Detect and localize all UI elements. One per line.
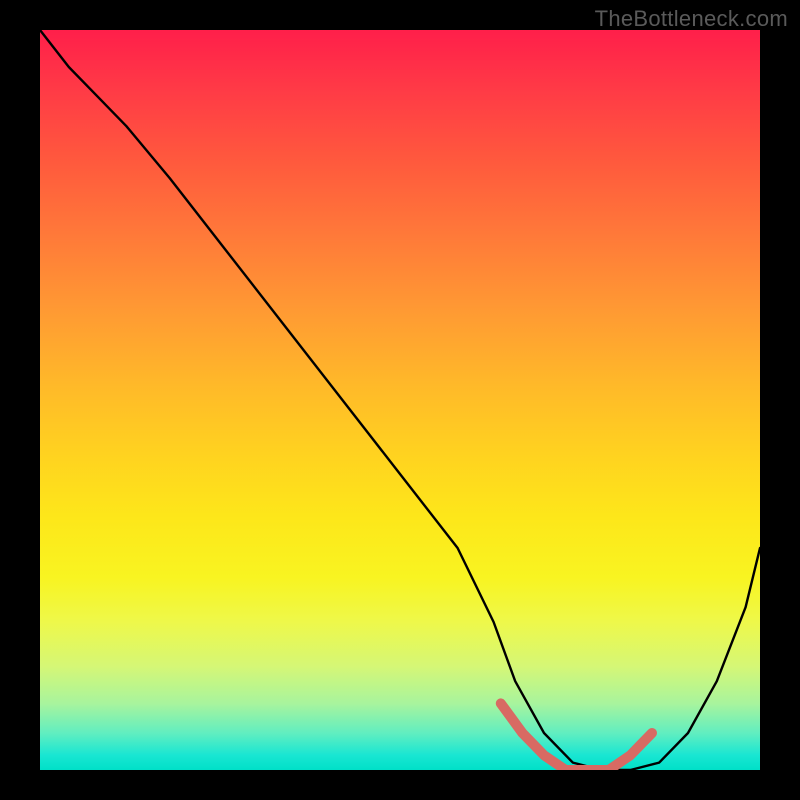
watermark-text: TheBottleneck.com [595,6,788,32]
highlight-curve [501,703,652,770]
chart-container: TheBottleneck.com [0,0,800,800]
plot-area [40,30,760,770]
bottleneck-curve [40,30,760,770]
curve-layer [40,30,760,770]
